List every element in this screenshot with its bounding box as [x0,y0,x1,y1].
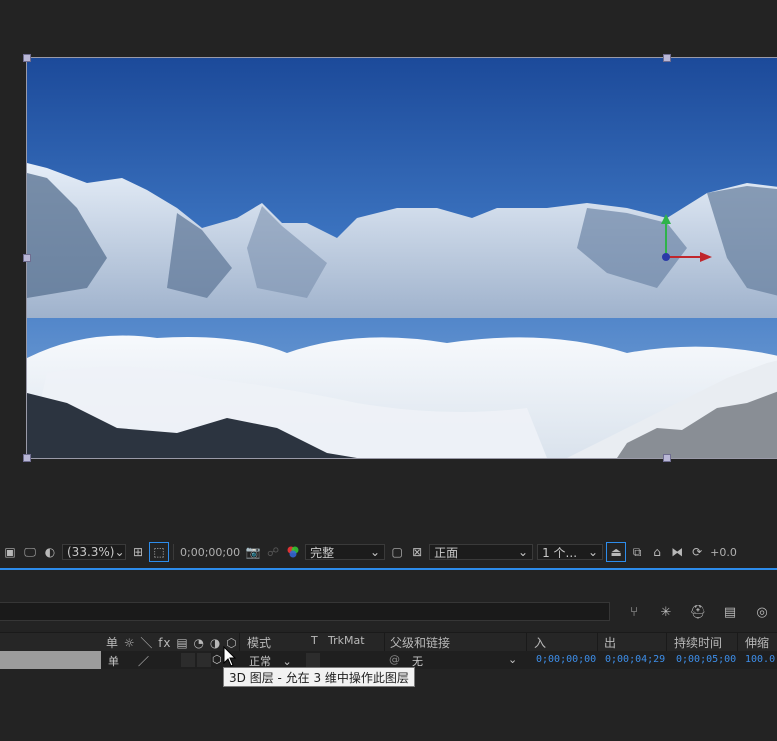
layer-stretch[interactable]: 100.0 [745,654,775,665]
zoom-dropdown[interactable]: (33.3%) ⌄ [62,544,126,560]
frame-handle-top-left[interactable] [23,54,31,62]
trkmat-toggle[interactable] [306,653,320,667]
frame-handle-mid-left[interactable] [23,254,31,262]
always-preview-icon[interactable]: ▣ [1,543,19,561]
zoom-value: (33.3%) [67,545,115,559]
toggle-grid-icon[interactable]: ⊞ [129,543,147,561]
duration-column-header[interactable]: 持续时间 [674,634,722,651]
frame-handle-bottom-left[interactable] [23,454,31,462]
3d-ground-plane-icon[interactable]: ⏏ [606,542,627,562]
motion-blur-icon[interactable]: ◎ [752,603,772,621]
chevron-down-icon: ⌄ [508,653,518,666]
motion-blur-switch[interactable] [181,653,195,667]
chevron-down-icon: ⌄ [588,545,599,559]
region-of-interest-icon[interactable]: ⬚ [149,542,169,562]
frame-blending-icon[interactable]: ▤ [720,603,740,621]
view-layout-value: 1 个... [542,545,578,560]
color-channels-icon[interactable] [284,543,302,561]
resolution-dropdown[interactable]: 完整 ⌄ [305,544,386,560]
3d-layer-switch-icon[interactable]: ⬡ [212,653,222,666]
motion-blur-icon: ◔ [193,636,206,650]
camera-snapshot-icon[interactable]: 📷 [244,543,262,561]
layer-out-point[interactable]: 0;00;04;29 [605,654,665,665]
mouse-cursor-icon [223,646,237,667]
layer-search-input[interactable] [0,602,610,621]
reset-exposure-icon[interactable]: ⟳ [688,543,706,561]
parent-dropdown[interactable]: 无 ⌄ [412,653,518,669]
3d-renderer-icon[interactable]: ⌂ [648,543,666,561]
resolution-value: 完整 [310,545,335,560]
draft-3d-icon[interactable]: ✳ [656,603,676,621]
chevron-down-icon: ⌄ [114,545,125,559]
view-value: 正面 [434,545,459,560]
layer-name-cell[interactable] [0,651,101,669]
timeline-column-header: 单 ☼ ＼ fx ▤ ◔ ◑ ⬡ 模式 T TrkMat 父级和链接 入 出 持… [0,632,777,652]
flowchart-icon[interactable]: ⧓ [668,543,686,561]
show-snapshot-icon[interactable]: ☍ [264,543,282,561]
composition-flowchart-icon[interactable]: ⑂ [624,603,644,621]
frame-handle-bottom-right[interactable] [663,454,671,462]
monitor-icon[interactable]: 🖵 [21,543,39,561]
chevron-down-icon: ⌄ [518,545,529,559]
layer-duration[interactable]: 0;00;05;00 [676,654,736,665]
parent-column-header[interactable]: 父级和链接 [390,634,450,651]
pick-whip-icon[interactable]: @ [389,653,400,666]
mask-visibility-icon[interactable]: ◐ [41,543,59,561]
exposure-value[interactable]: +0.0 [710,546,737,559]
3d-axis-gizmo[interactable] [650,214,720,274]
tooltip: 3D 图层 - 允在 3 维中操作此图层 [223,667,415,687]
divider [173,544,174,560]
frame-handle-top-right[interactable] [663,54,671,62]
current-timecode[interactable]: 0;00;00;00 [180,546,240,559]
collapse-icon: ◑ [209,636,222,650]
chevron-down-icon: ⌄ [370,545,381,559]
in-column-header[interactable]: 入 [534,634,546,651]
composition-viewer[interactable] [0,0,777,538]
mode-column-header[interactable]: 模式 [247,634,271,651]
layer-in-point[interactable]: 0;00;00;00 [536,654,596,665]
trkmat-column-header[interactable]: TrkMat [328,634,365,647]
timeline-search-row: ⑂ ✳ ⛑ ▤ ◎ [0,600,777,626]
shy-layers-icon[interactable]: ⛑ [688,603,708,621]
viewer-toolbar: ▣ 🖵 ◐ (33.3%) ⌄ ⊞ ⬚ 0;00;00;00 📷 ☍ 完整 ⌄ … [0,540,777,564]
panel-divider-accent [0,568,777,570]
view-layout-dropdown[interactable]: 1 个... ⌄ [537,544,604,560]
adjustment-switch[interactable] [197,653,211,667]
out-column-header[interactable]: 出 [604,634,616,651]
shy-switch-icon[interactable]: 单 [108,653,119,669]
stretch-column-header[interactable]: 伸缩 [745,634,769,651]
adjustment-icon: ▤ [176,636,189,650]
3d-view-dropdown[interactable]: 正面 ⌄ [429,544,534,560]
fast-preview-icon[interactable]: ▢ [388,543,406,561]
switches-column-header[interactable]: 单 ☼ ＼ fx ▤ ◔ ◑ ⬡ [106,634,238,651]
transparency-grid-icon[interactable]: ⊠ [408,543,426,561]
t-column-header[interactable]: T [311,634,318,647]
extended-viewer-icon[interactable]: ⧉ [628,543,646,561]
quality-switch-icon[interactable]: ／ [138,653,149,669]
